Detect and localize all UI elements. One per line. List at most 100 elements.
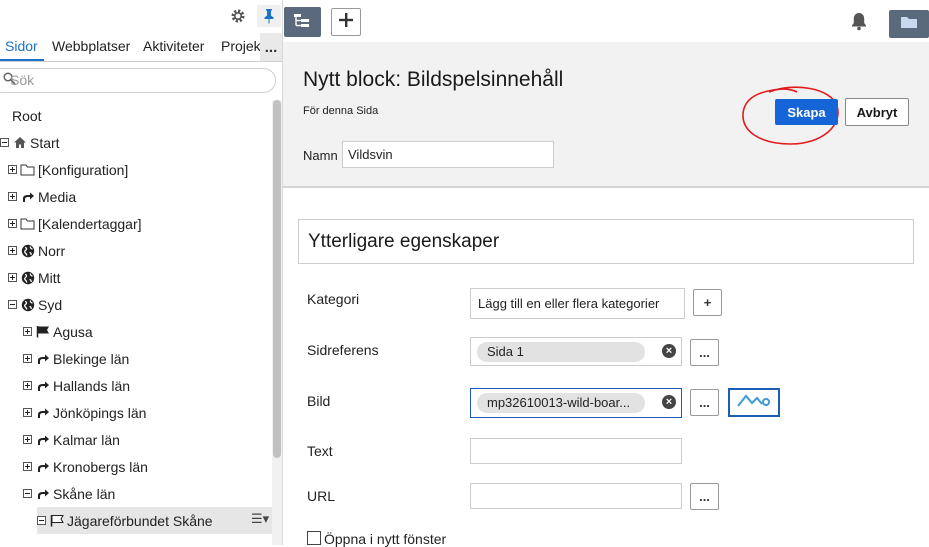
browse-page-button[interactable]: ... <box>690 339 719 366</box>
expand-icon[interactable] <box>23 354 32 363</box>
arrow-icon <box>35 353 50 365</box>
expand-icon[interactable] <box>8 246 17 255</box>
section-header[interactable]: Ytterligare egenskaper <box>298 219 914 264</box>
tree-item-label: Jönköpings län <box>53 404 147 421</box>
expand-icon[interactable] <box>8 192 17 201</box>
open-new-window-checkbox[interactable] <box>307 531 321 545</box>
tree-item-label: Skåne län <box>53 485 116 502</box>
browse-image-button[interactable]: ... <box>690 389 719 416</box>
expand-icon[interactable] <box>23 327 32 336</box>
tree-item[interactable]: Syd <box>8 291 62 318</box>
pane-tabs: Sidor Webbplatser Aktiviteter Projekt <box>0 30 282 62</box>
clear-page-reference-icon[interactable]: × <box>662 344 676 358</box>
expand-icon[interactable] <box>23 435 32 444</box>
tree-item[interactable]: Norr <box>8 237 65 264</box>
page-title: Nytt block: Bildspelsinnehåll <box>303 68 564 91</box>
tree-item-label: Kalmar län <box>53 431 120 448</box>
expand-icon[interactable] <box>8 165 17 174</box>
gear-icon[interactable] <box>227 5 249 27</box>
row-context-menu-icon[interactable]: ☰▾ <box>251 511 269 527</box>
arrow-icon <box>20 191 35 203</box>
bell-icon[interactable] <box>849 11 869 36</box>
collapse-icon[interactable] <box>23 489 32 498</box>
expand-icon[interactable] <box>8 273 17 282</box>
url-field[interactable] <box>470 483 682 509</box>
tab-projekt[interactable]: Projekt <box>221 38 265 54</box>
tab-webbplatser[interactable]: Webbplatser <box>52 38 130 54</box>
arrow-icon <box>35 434 50 446</box>
tree-item[interactable]: Agusa <box>23 318 93 345</box>
collapse-icon[interactable] <box>8 300 17 309</box>
expand-icon[interactable] <box>23 381 32 390</box>
image-preview-button[interactable] <box>728 388 780 417</box>
tree-item-label: Hallands län <box>53 377 131 394</box>
tree-item[interactable]: Kronobergs län <box>23 453 148 480</box>
pane-toolbar <box>0 0 282 30</box>
page-reference-value: Sida 1 <box>477 342 645 362</box>
tree-item[interactable]: Mitt <box>8 264 61 291</box>
pin-icon[interactable] <box>257 5 281 27</box>
category-label: Kategori <box>307 291 360 307</box>
clear-image-icon[interactable]: × <box>662 395 676 409</box>
tree-item[interactable]: Hallands län <box>23 372 130 399</box>
tree-item[interactable]: Jägareförbundet Skåne <box>37 507 275 534</box>
tree-item-label: [Kalendertaggar] <box>38 215 142 232</box>
tab-aktiviteter[interactable]: Aktiviteter <box>143 38 204 54</box>
section-title: Ytterligare egenskaper <box>308 231 500 252</box>
tree-item[interactable]: Skåne län <box>23 480 115 507</box>
search-box <box>0 68 276 93</box>
tree-item-label: Start <box>30 134 60 151</box>
text-field[interactable] <box>470 438 682 464</box>
browse-url-button[interactable]: ... <box>690 483 719 510</box>
collapse-icon[interactable] <box>0 138 9 147</box>
navigation-pane: Sidor Webbplatser Aktiviteter Projekt ..… <box>0 0 283 545</box>
expand-icon[interactable] <box>23 408 32 417</box>
add-category-button[interactable]: + <box>693 289 722 316</box>
add-button[interactable] <box>331 8 361 36</box>
page-reference-field[interactable]: Sida 1 × <box>470 337 682 366</box>
page-reference-label: Sidreferens <box>307 342 379 358</box>
home-icon <box>12 136 27 149</box>
cancel-button[interactable]: Avbryt <box>845 98 909 126</box>
tree-item[interactable]: Kalmar län <box>23 426 120 453</box>
tree-item-label: Kronobergs län <box>53 458 148 475</box>
category-field[interactable]: Lägg till en eller flera kategorier <box>470 288 685 319</box>
text-label: Text <box>307 443 333 459</box>
block-scope-text: För denna Sida <box>303 105 379 117</box>
flag-icon <box>35 325 50 338</box>
name-field[interactable] <box>342 141 554 168</box>
tree-item-label: Syd <box>38 296 63 313</box>
scrollbar-thumb[interactable] <box>273 100 281 458</box>
tab-sidor[interactable]: Sidor <box>5 38 38 54</box>
image-field[interactable]: mp32610013-wild-boar... × <box>470 388 682 418</box>
arrow-icon <box>35 461 50 473</box>
toggle-tree-button[interactable] <box>284 7 321 37</box>
arrow-icon <box>35 488 50 500</box>
tree-item-label: Root <box>12 107 42 124</box>
globe-icon <box>20 244 35 258</box>
more-tabs-button[interactable]: ... <box>260 33 282 61</box>
arrow-icon <box>35 380 50 392</box>
image-label: Bild <box>307 393 331 409</box>
tree-scrollbar[interactable] <box>272 100 282 545</box>
tree-item[interactable]: [Konfiguration] <box>8 156 128 183</box>
tree-item[interactable]: Start <box>0 129 60 156</box>
create-button[interactable]: Skapa <box>775 99 838 125</box>
tree-item-label: Blekinge län <box>53 350 130 367</box>
image-value: mp32610013-wild-boar... <box>477 393 645 413</box>
assets-pane-button[interactable] <box>889 10 929 38</box>
tree-item[interactable]: Root <box>0 102 42 129</box>
tree-item[interactable]: Jönköpings län <box>23 399 146 426</box>
tree-item-label: Norr <box>38 242 66 259</box>
tree-item-label: Mitt <box>38 269 61 286</box>
search-input[interactable] <box>10 72 250 88</box>
expand-icon[interactable] <box>8 219 17 228</box>
tree-item[interactable]: Media <box>8 183 76 210</box>
flag-outline-icon <box>49 514 64 527</box>
expand-icon[interactable] <box>23 462 32 471</box>
properties-form: Ytterligare egenskaper Kategori Lägg til… <box>283 190 929 547</box>
collapse-icon[interactable] <box>37 516 46 525</box>
tree-item[interactable]: Blekinge län <box>23 345 129 372</box>
folder-icon <box>900 15 918 34</box>
tree-item[interactable]: [Kalendertaggar] <box>8 210 142 237</box>
